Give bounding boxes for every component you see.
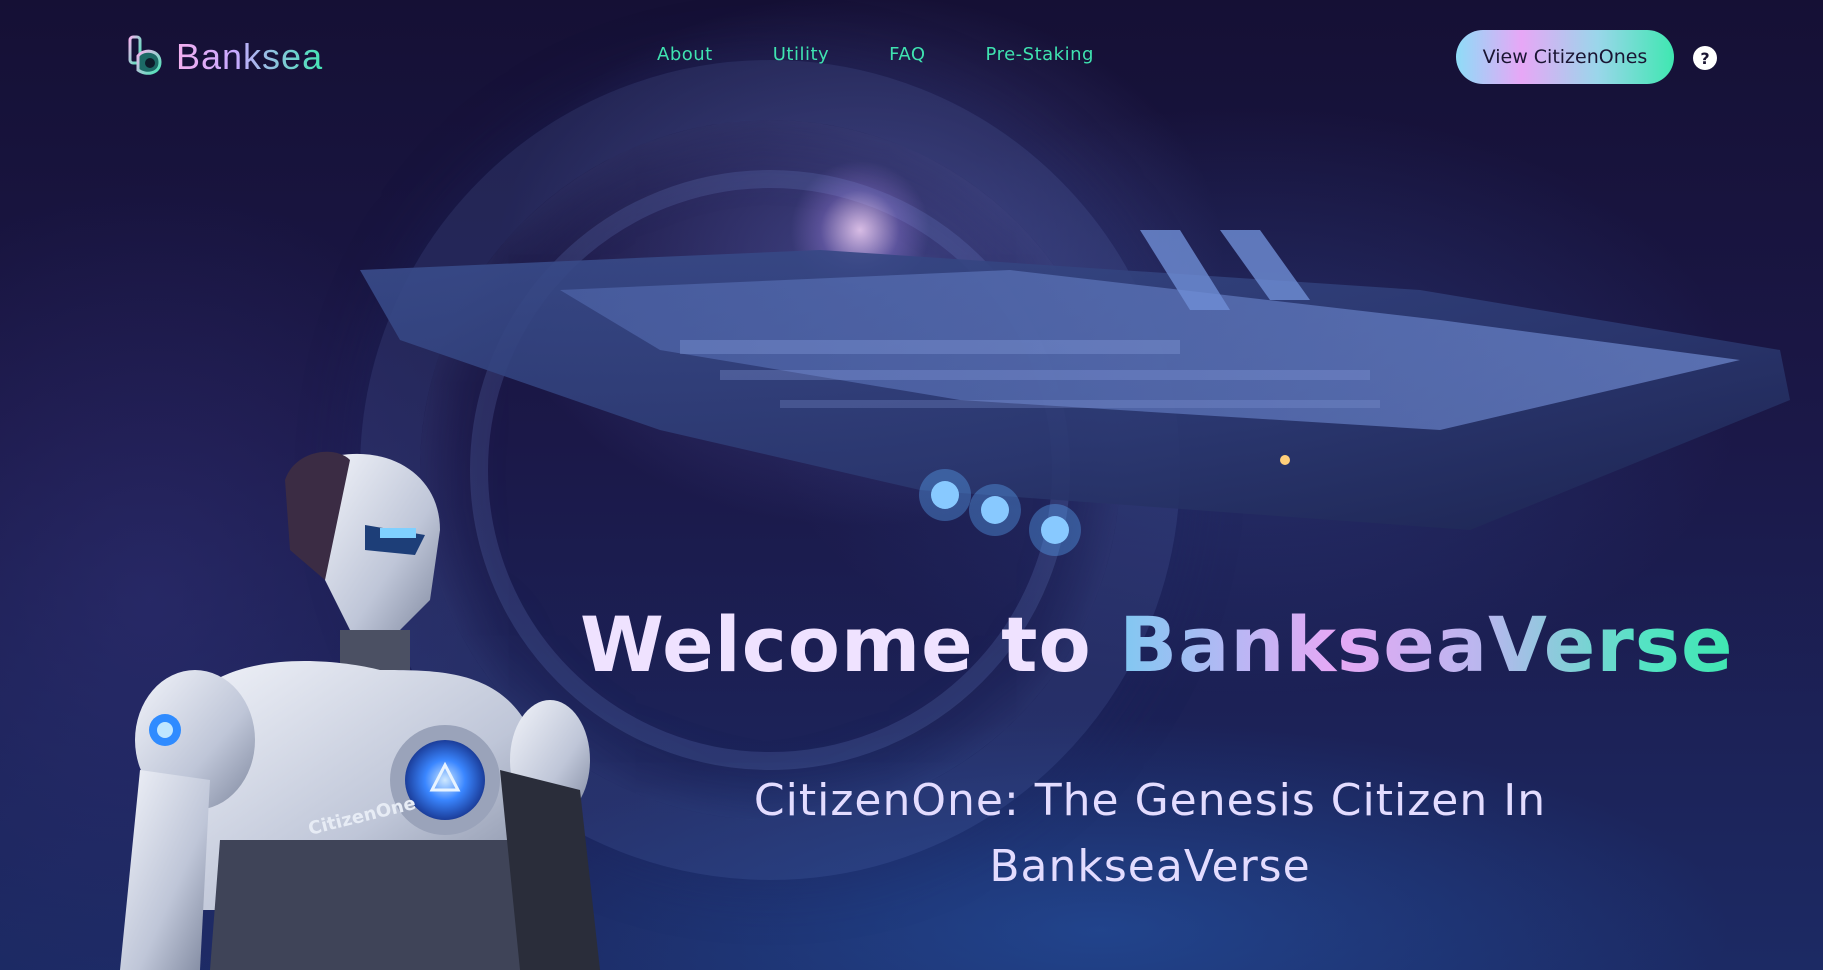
hero-subtitle: CitizenOne: The Genesis Citizen In Banks… — [690, 768, 1610, 900]
brand-name: Banksea — [176, 36, 324, 77]
citizenone-robot-illustration: CitizenOne — [80, 440, 640, 970]
brand-logo[interactable]: Banksea — [124, 34, 323, 80]
nav-link-about[interactable]: About — [657, 44, 713, 65]
banksea-logo-icon — [128, 35, 162, 75]
main-nav: About Utility FAQ Pre-Staking — [657, 44, 1154, 65]
help-icon[interactable]: ? — [1693, 46, 1717, 70]
headline-welcome: Welcome to — [580, 600, 1120, 689]
view-citizenones-button[interactable]: View CitizenOnes — [1456, 30, 1674, 84]
subtitle-line-1: CitizenOne: The Genesis Citizen In — [753, 775, 1547, 826]
headline-bankseaverse: BankseaVerse — [1119, 600, 1734, 689]
nav-link-pre-staking[interactable]: Pre-Staking — [986, 44, 1094, 65]
subtitle-line-2: BankseaVerse — [989, 841, 1311, 892]
nav-link-faq[interactable]: FAQ — [889, 44, 925, 65]
nav-link-utility[interactable]: Utility — [773, 44, 829, 65]
site-header: Banksea About Utility FAQ Pre-Staking Vi… — [0, 0, 1823, 110]
hero-headline: Welcome to BankseaVerse — [580, 600, 1734, 689]
